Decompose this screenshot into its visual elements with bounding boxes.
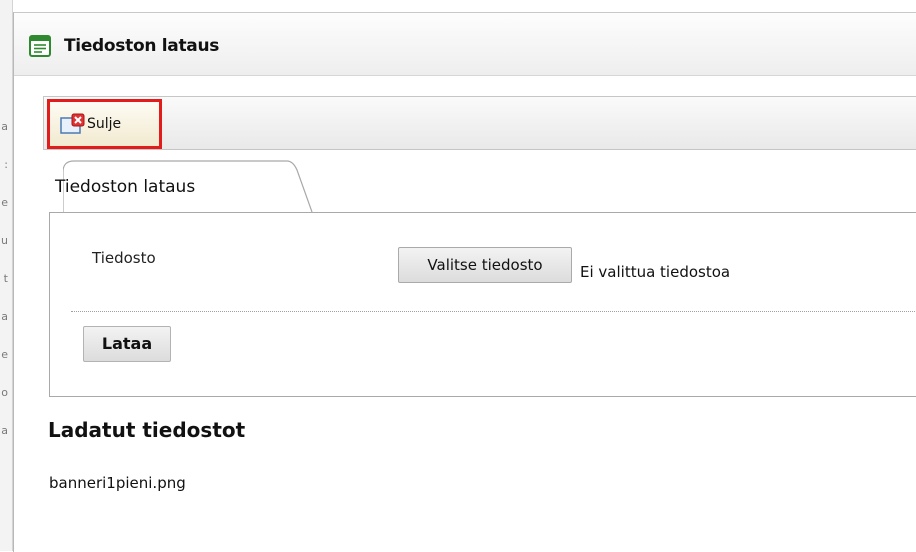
tab-label: Tiedoston lataus	[55, 177, 196, 197]
window-titlebar: Tiedoston lataus	[14, 13, 916, 76]
close-button-label: Sulje	[87, 116, 122, 132]
background-fragment: u	[1, 234, 8, 247]
background-fragment: :	[4, 158, 8, 171]
toolbar	[43, 96, 916, 150]
background-fragment: a	[1, 120, 8, 133]
no-file-chosen-text: Ei valittua tiedostoa	[580, 263, 731, 281]
uploaded-file-item[interactable]: banneri1pieni.png	[49, 474, 186, 492]
window-title: Tiedoston lataus	[64, 36, 220, 56]
file-upload-window: Tiedoston lataus Sulje Tiedoston lataus …	[13, 12, 916, 552]
background-fragment: o	[1, 386, 8, 399]
upload-button[interactable]: Lataa	[83, 326, 171, 362]
choose-file-button[interactable]: Valitse tiedosto	[398, 247, 572, 283]
close-button[interactable]: Sulje	[47, 99, 162, 149]
background-fragment: a	[1, 310, 8, 323]
close-window-icon	[60, 113, 85, 134]
background-fragment: a	[1, 424, 8, 437]
background-window-edge: a : e u t a e o a	[0, 0, 13, 551]
upload-form-panel	[49, 212, 916, 397]
background-fragment: t	[3, 272, 8, 285]
file-field-label: Tiedosto	[92, 249, 156, 267]
background-fragment: e	[1, 348, 8, 361]
background-text-fragments: a : e u t a e o a	[0, 120, 10, 462]
background-fragment: e	[1, 196, 8, 209]
form-divider	[71, 311, 916, 312]
form-window-icon	[29, 35, 51, 57]
uploaded-files-heading: Ladatut tiedostot	[48, 418, 246, 442]
